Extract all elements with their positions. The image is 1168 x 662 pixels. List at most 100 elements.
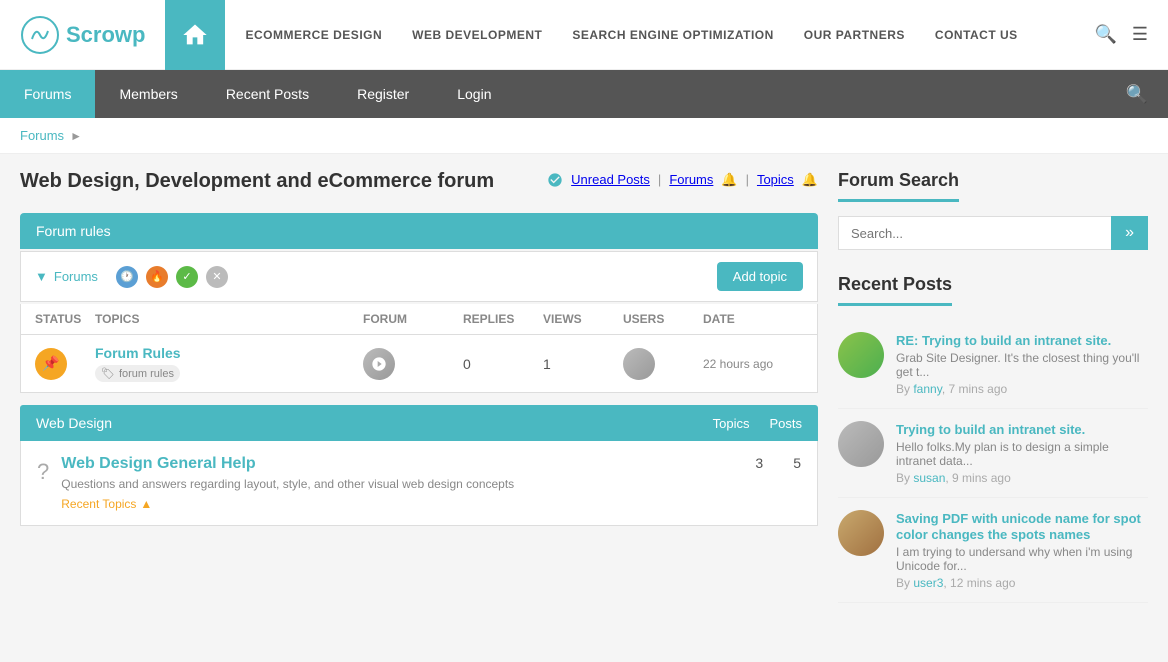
rp-content-1: RE: Trying to build an intranet site. Gr… xyxy=(896,332,1148,396)
add-topic-button[interactable]: Add topic xyxy=(717,262,803,291)
menu-partners[interactable]: OUR PARTNERS xyxy=(804,28,905,42)
left-column: Web Design, Development and eCommerce fo… xyxy=(20,170,818,603)
rp-meta-3: By user3, 12 mins ago xyxy=(896,576,1148,590)
rp-author-2[interactable]: susan xyxy=(913,471,945,485)
rp-time-3: 12 mins ago xyxy=(950,576,1015,590)
forum-rules-label: Forum rules xyxy=(36,223,111,239)
rp-title-2[interactable]: Trying to build an intranet site. xyxy=(896,422,1085,437)
rp-excerpt-1: Grab Site Designer. It's the closest thi… xyxy=(896,351,1148,379)
recent-post-item: RE: Trying to build an intranet site. Gr… xyxy=(838,320,1148,409)
logo-area[interactable]: Scrowp xyxy=(20,15,145,55)
col-users: Users xyxy=(623,312,703,326)
replies-cell: 0 xyxy=(463,356,543,372)
rp-title-1[interactable]: RE: Trying to build an intranet site. xyxy=(896,333,1111,348)
col-views: Views xyxy=(543,312,623,326)
pinned-icon: 📌 xyxy=(35,348,67,380)
recent-posts-section: Recent Posts RE: Trying to build an intr… xyxy=(838,274,1148,603)
topics-count: 3 xyxy=(755,455,763,471)
date-cell: 22 hours ago xyxy=(703,357,803,371)
rp-title-3[interactable]: Saving PDF with unicode name for spot co… xyxy=(896,511,1141,542)
forum-rules-link[interactable]: Forum Rules xyxy=(95,345,181,361)
users-cell xyxy=(623,348,703,380)
col-replies: Replies xyxy=(463,312,543,326)
filter-fire-icon[interactable]: 🔥 xyxy=(146,266,168,288)
filter-close-icon[interactable]: ✕ xyxy=(206,266,228,288)
rp-author-3[interactable]: user3 xyxy=(913,576,943,590)
posts-count: 5 xyxy=(793,455,801,471)
main-menu: ECOMMERCE DESIGN WEB DEVELOPMENT SEARCH … xyxy=(245,28,1094,42)
filter-clock-icon[interactable]: 🕐 xyxy=(116,266,138,288)
nav-recent-posts[interactable]: Recent Posts xyxy=(202,70,333,118)
webdesign-row-inner: ? Web Design General Help Questions and … xyxy=(37,455,801,511)
webdesign-description: Questions and answers regarding layout, … xyxy=(61,477,743,491)
sec-nav-search-icon[interactable]: 🔍 xyxy=(1126,84,1168,105)
nav-register[interactable]: Register xyxy=(333,70,433,118)
web-design-section-header: Web Design Topics Posts xyxy=(20,405,818,441)
dropdown-arrow-icon: ▼ xyxy=(35,269,48,284)
unread-posts-link[interactable]: Unread Posts xyxy=(571,172,650,187)
filter-check-icon[interactable]: ✓ xyxy=(176,266,198,288)
home-button[interactable] xyxy=(165,0,225,70)
main-container: Web Design, Development and eCommerce fo… xyxy=(0,154,1168,619)
rp-avatar-1 xyxy=(838,332,884,378)
search-icon[interactable]: 🔍 xyxy=(1094,24,1116,45)
forum-rules-bar: Forum rules xyxy=(20,213,818,249)
menu-contact[interactable]: CONTACT US xyxy=(935,28,1018,42)
forums-link[interactable]: Forums xyxy=(669,172,713,187)
nav-members[interactable]: Members xyxy=(95,70,201,118)
rp-content-3: Saving PDF with unicode name for spot co… xyxy=(896,510,1148,590)
forum-search-section: Forum Search » xyxy=(838,170,1148,250)
recent-topics-toggle[interactable]: Recent Topics ▲ xyxy=(61,497,152,511)
rp-author-1[interactable]: fanny xyxy=(913,382,941,396)
webdesign-general-help-link[interactable]: Web Design General Help xyxy=(61,455,255,472)
section-label: Web Design xyxy=(36,415,112,431)
topic-info-cell: Forum Rules 🏷 forum rules xyxy=(95,345,363,382)
table-header: Status Topics Forum Replies Views Users … xyxy=(20,304,818,335)
section-header-cols: Topics Posts xyxy=(713,416,802,431)
rp-meta-1: By fanny, 7 mins ago xyxy=(896,382,1148,396)
topics-link[interactable]: Topics xyxy=(757,172,794,187)
forums-dropdown[interactable]: ▼ Forums xyxy=(35,269,98,284)
nav-forums[interactable]: Forums xyxy=(0,70,95,118)
webdesign-counts: 3 5 xyxy=(755,455,801,471)
rp-avatar-2 xyxy=(838,421,884,467)
home-icon xyxy=(181,21,209,49)
recent-post-item: Trying to build an intranet site. Hello … xyxy=(838,409,1148,498)
recent-post-item: Saving PDF with unicode name for spot co… xyxy=(838,498,1148,603)
rp-excerpt-2: Hello folks.My plan is to design a simpl… xyxy=(896,440,1148,468)
nav-login[interactable]: Login xyxy=(433,70,515,118)
search-button[interactable]: » xyxy=(1111,216,1148,250)
category-question-icon: ? xyxy=(37,459,49,485)
topic-tag: 🏷 forum rules xyxy=(95,365,180,382)
right-column: Forum Search » Recent Posts RE: Trying t… xyxy=(838,170,1148,603)
search-input[interactable] xyxy=(838,216,1111,250)
rp-meta-2: By susan, 9 mins ago xyxy=(896,471,1148,485)
unread-icon xyxy=(547,172,563,188)
logo-text: Scrowp xyxy=(66,22,145,48)
breadcrumb-separator: ► xyxy=(70,129,82,143)
section-topics-col: Topics xyxy=(713,416,750,431)
category-info: Web Design General Help Questions and an… xyxy=(61,455,743,511)
rp-excerpt-3: I am trying to undersand why when i'm us… xyxy=(896,545,1148,573)
menu-seo[interactable]: SEARCH ENGINE OPTIMIZATION xyxy=(572,28,773,42)
col-topics: Topics xyxy=(95,312,363,326)
tag-icon: 🏷 xyxy=(101,367,115,380)
search-box: » xyxy=(838,216,1148,250)
top-navigation: Scrowp ECOMMERCE DESIGN WEB DEVELOPMENT … xyxy=(0,0,1168,70)
chevron-up-icon: ▲ xyxy=(140,497,152,511)
filter-icons: 🕐 🔥 ✓ ✕ xyxy=(116,266,228,288)
secondary-navigation: Forums Members Recent Posts Register Log… xyxy=(0,70,1168,118)
views-cell: 1 xyxy=(543,356,623,372)
top-nav-icons: 🔍 ☰ xyxy=(1094,24,1148,45)
table-row: 📌 Forum Rules 🏷 forum rules 0 1 xyxy=(20,335,818,393)
rp-time-2: 9 mins ago xyxy=(952,471,1011,485)
rp-content-2: Trying to build an intranet site. Hello … xyxy=(896,421,1148,485)
breadcrumb-forums[interactable]: Forums xyxy=(20,128,64,143)
topics-controls: ▼ Forums 🕐 🔥 ✓ ✕ Add topic xyxy=(20,251,818,302)
forum-cell xyxy=(363,348,463,380)
menu-ecommerce[interactable]: ECOMMERCE DESIGN xyxy=(245,28,382,42)
breadcrumb: Forums ► xyxy=(0,118,1168,154)
menu-webdev[interactable]: WEB DEVELOPMENT xyxy=(412,28,542,42)
menu-hamburger-icon[interactable]: ☰ xyxy=(1132,24,1148,45)
forums-dropdown-label: Forums xyxy=(54,269,98,284)
